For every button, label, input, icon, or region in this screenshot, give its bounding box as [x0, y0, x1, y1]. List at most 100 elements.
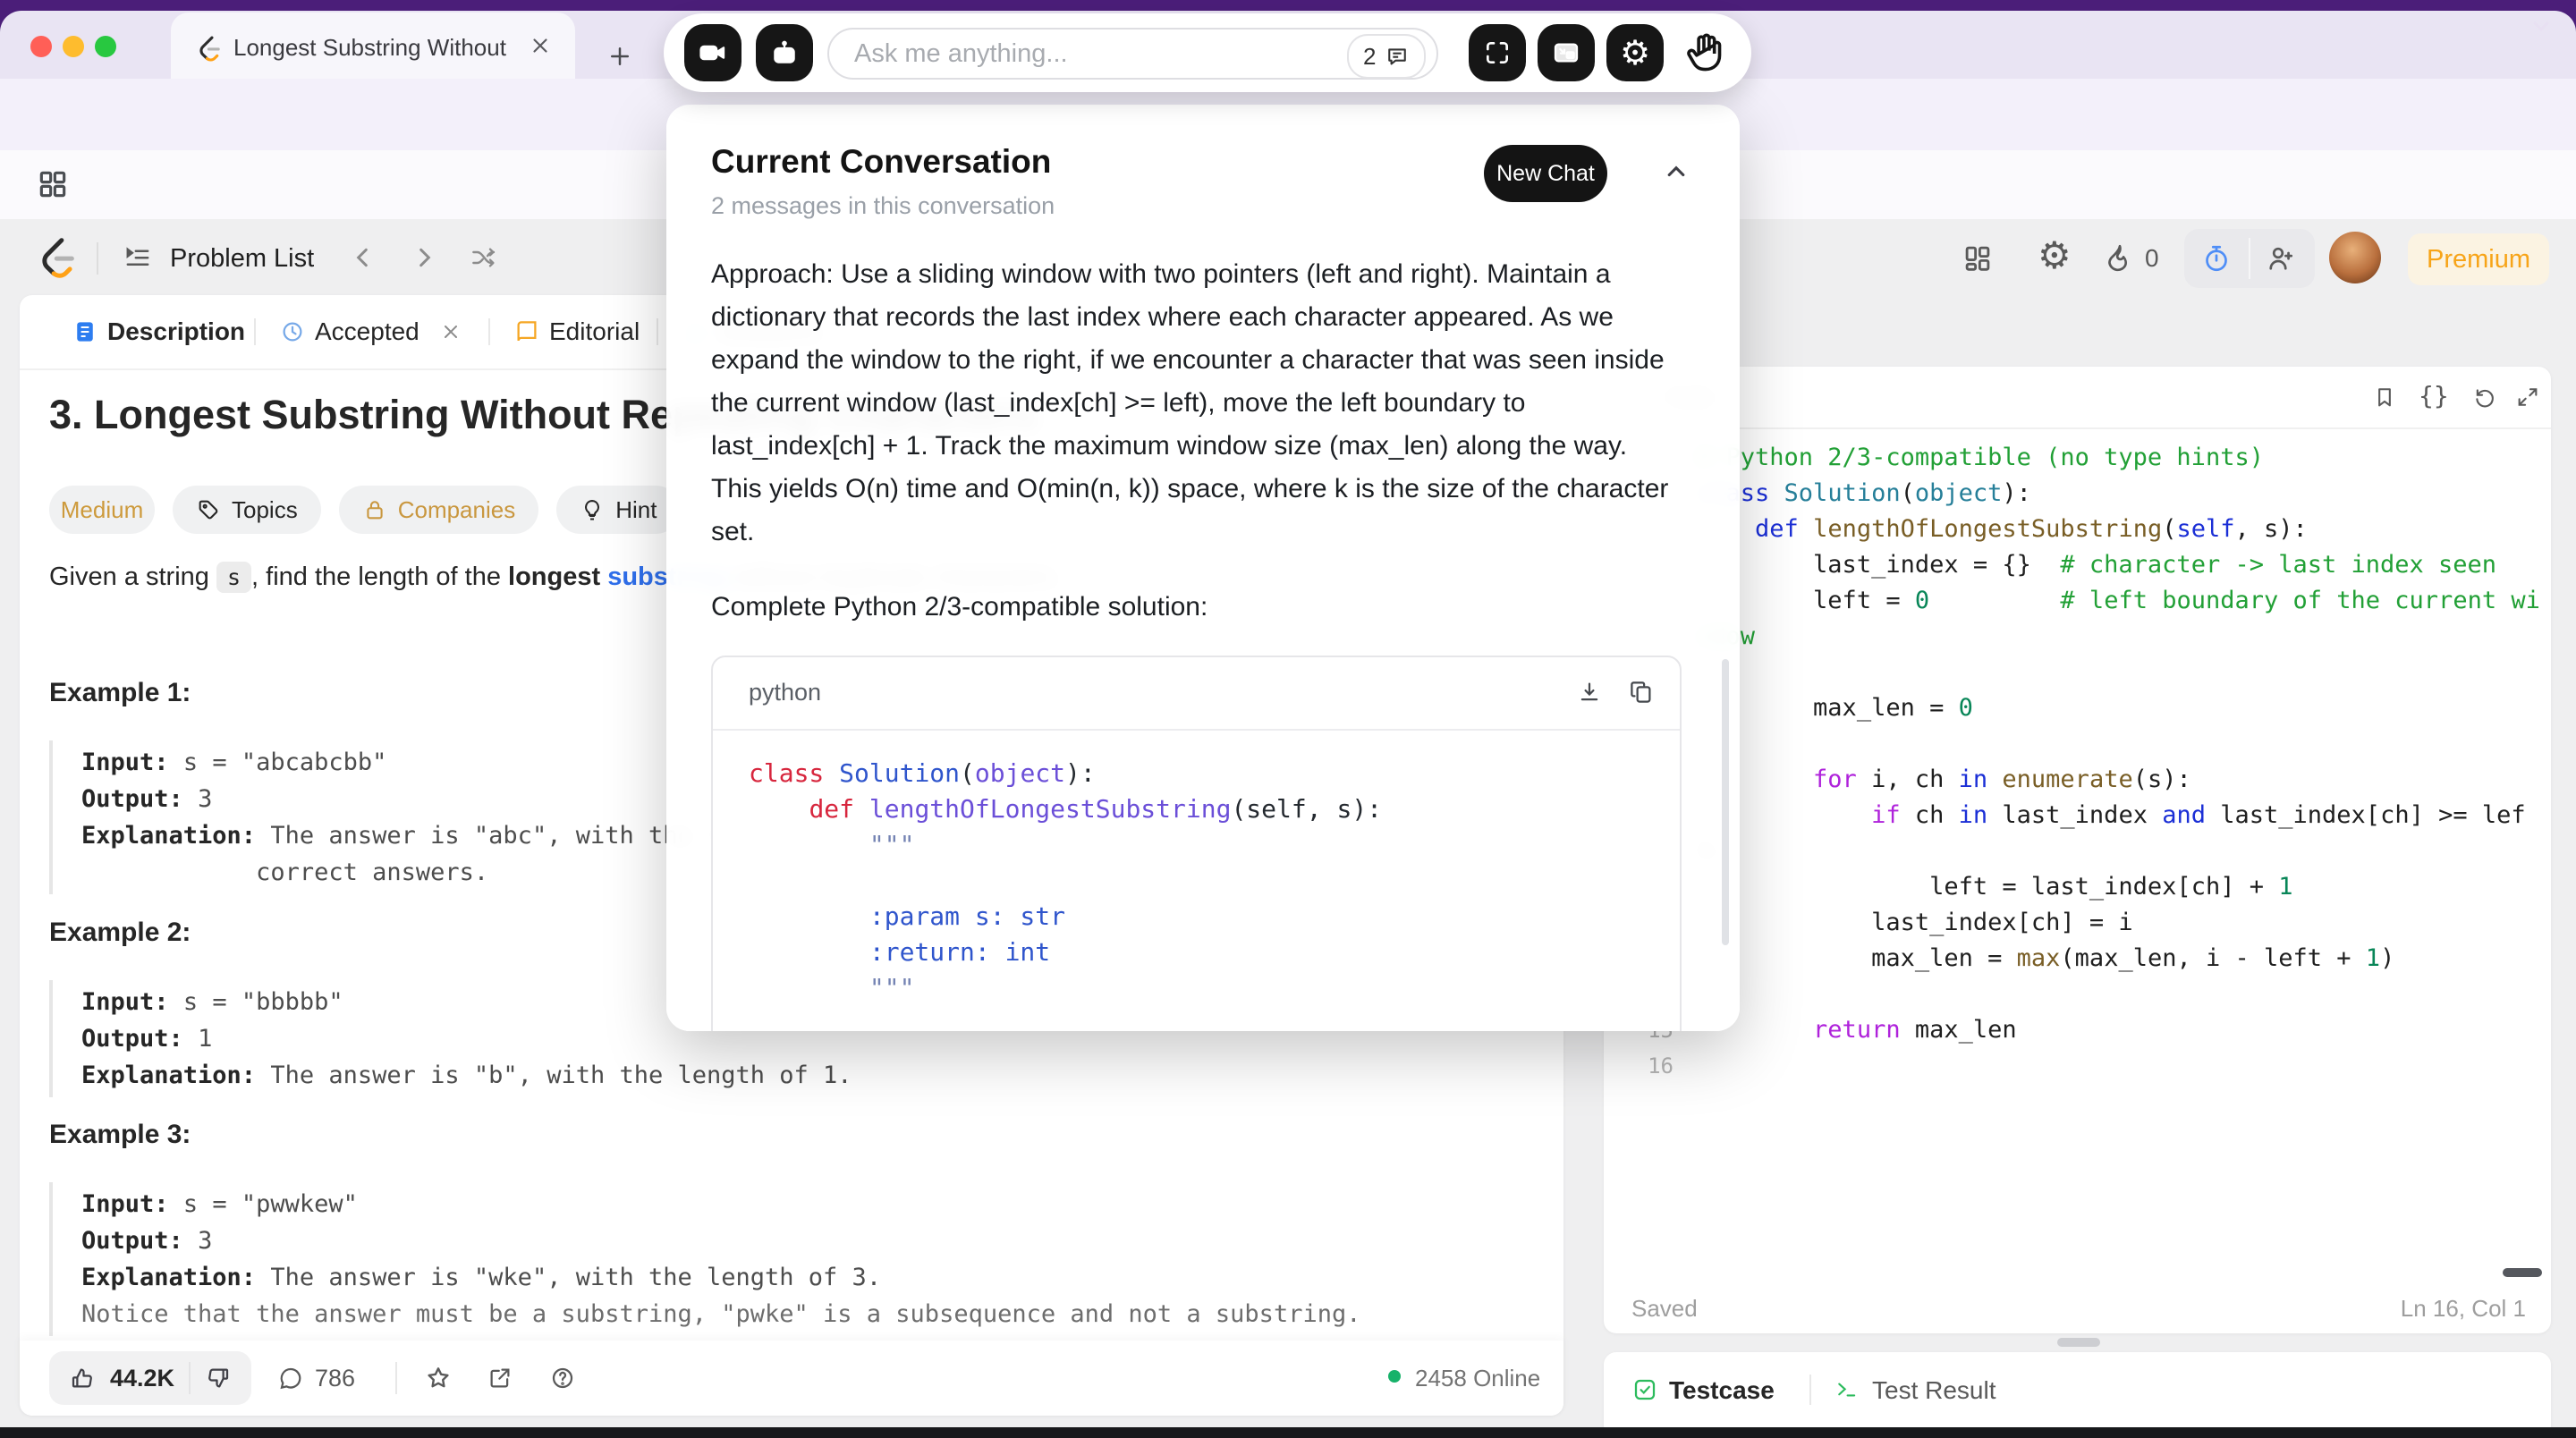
- chevron-down-icon[interactable]: [2528, 13, 2555, 39]
- close-accepted-tab-icon[interactable]: [440, 321, 462, 343]
- pill-divider: [2249, 238, 2250, 279]
- tab-title: Longest Substring Without Re: [233, 34, 511, 63]
- code-language-label: python: [749, 679, 821, 706]
- testcase-panel: Testcase Test Result: [1604, 1352, 2551, 1438]
- help-icon[interactable]: [549, 1365, 576, 1391]
- window-bottom-edge: [0, 1427, 2576, 1438]
- new-chat-button[interactable]: New Chat: [1484, 145, 1607, 202]
- screen-record-button[interactable]: [684, 24, 741, 81]
- test-result-terminal-icon: [1835, 1377, 1860, 1402]
- conversation-title: Current Conversation: [711, 143, 1051, 181]
- lock-icon: [362, 497, 387, 522]
- video-camera-icon: [698, 38, 728, 68]
- settings-gear-icon[interactable]: ⚙: [2038, 237, 2072, 275]
- streak-flame-icon[interactable]: [2104, 241, 2136, 274]
- format-braces-icon[interactable]: {}: [2419, 381, 2449, 410]
- assistant-message-intro: Complete Python 2/3-compatible solution:: [711, 586, 1684, 629]
- apps-grid-icon[interactable]: [36, 167, 70, 201]
- expand-editor-icon[interactable]: [2515, 385, 2540, 410]
- share-icon[interactable]: [487, 1365, 513, 1391]
- close-window-button[interactable]: [30, 36, 52, 57]
- accepted-history-icon: [279, 318, 306, 345]
- leetcode-logo[interactable]: [30, 232, 79, 280]
- robot-icon: [769, 38, 800, 68]
- download-code-icon[interactable]: [1576, 679, 1603, 706]
- tab-accepted[interactable]: Accepted: [315, 317, 419, 346]
- vote-pill: 44.2K: [49, 1351, 251, 1405]
- bookmark-icon[interactable]: [2372, 385, 2397, 410]
- timer-icon[interactable]: [2200, 242, 2233, 275]
- code-card-header: python: [713, 657, 1680, 731]
- tab-test-result[interactable]: Test Result: [1872, 1376, 1996, 1405]
- conversation-panel: Current Conversation 2 messages in this …: [666, 105, 1740, 1031]
- problem-list-icon[interactable]: [122, 242, 154, 275]
- thumbs-up-icon[interactable]: [69, 1365, 96, 1391]
- description-icon: [72, 318, 98, 345]
- dashboard-icon[interactable]: [1961, 241, 1995, 275]
- example-3-block: Input: s = "pwwkew" Output: 3 Explanatio…: [49, 1182, 1477, 1336]
- editorial-book-icon: [513, 318, 540, 345]
- editor-save-status: Saved: [1631, 1295, 1698, 1323]
- problem-list-link[interactable]: Problem List: [170, 244, 314, 274]
- conversation-count-badge[interactable]: 2: [1347, 34, 1426, 79]
- favorite-star-icon[interactable]: [424, 1364, 453, 1392]
- example-3-heading: Example 3:: [49, 1120, 191, 1150]
- companies-badge[interactable]: Companies: [339, 486, 539, 534]
- picture-in-picture-button[interactable]: [1538, 24, 1595, 81]
- assistant-toolbar: 2 ⚙: [664, 13, 1751, 92]
- tag-icon: [196, 497, 221, 522]
- editor-cursor-position[interactable]: Ln 16, Col 1: [2401, 1295, 2526, 1323]
- zoom-window-button[interactable]: [95, 36, 116, 57]
- prev-problem-button[interactable]: [349, 243, 377, 272]
- tab-testcase[interactable]: Testcase: [1669, 1376, 1775, 1405]
- assistant-code-block[interactable]: class Solution(object): def lengthOfLong…: [749, 756, 1607, 1031]
- topics-badge[interactable]: Topics: [173, 486, 321, 534]
- tab-description[interactable]: Description: [107, 317, 245, 346]
- panel-resize-handle[interactable]: [2057, 1338, 2100, 1347]
- premium-badge[interactable]: Premium: [2408, 233, 2549, 285]
- tab-close-icon[interactable]: [529, 34, 552, 57]
- user-avatar[interactable]: [2329, 232, 2381, 283]
- lightbulb-icon: [580, 497, 605, 522]
- browser-tab[interactable]: Longest Substring Without Re: [171, 13, 575, 79]
- editor-header: Auto {}: [1604, 367, 2551, 429]
- editor-scrollbar-thumb[interactable]: [2503, 1268, 2542, 1277]
- hint-badge[interactable]: Hint: [556, 486, 680, 534]
- grab-hand-icon[interactable]: [1682, 28, 1730, 76]
- copy-code-icon[interactable]: [1628, 679, 1655, 706]
- difficulty-badge[interactable]: Medium: [49, 486, 155, 534]
- online-dot: [1388, 1370, 1401, 1383]
- comments-count: 786: [315, 1365, 355, 1392]
- random-problem-button[interactable]: [469, 243, 497, 272]
- nav-divider: [97, 242, 98, 275]
- new-tab-button[interactable]: [606, 43, 633, 70]
- tab-editorial[interactable]: Editorial: [549, 317, 640, 346]
- assistant-code-card: python class Solution(object): def lengt…: [711, 656, 1682, 1031]
- conversation-subtitle: 2 messages in this conversation: [711, 192, 1055, 220]
- comments-icon[interactable]: [277, 1365, 304, 1391]
- fullscreen-button[interactable]: [1469, 24, 1526, 81]
- thumbs-down-icon[interactable]: [205, 1365, 232, 1391]
- badges-row: Medium Topics Companies Hint: [49, 486, 680, 534]
- editor-code-area[interactable]: 1# Python 2/3-compatible (no type hints)…: [1604, 440, 2551, 1283]
- assistant-message-approach: Approach: Use a sliding window with two …: [711, 253, 1684, 554]
- example-2-heading: Example 2:: [49, 918, 191, 948]
- ai-agent-button[interactable]: [756, 24, 813, 81]
- vote-divider: [189, 1362, 191, 1394]
- minimize-window-button[interactable]: [63, 36, 84, 57]
- next-problem-button[interactable]: [410, 243, 438, 272]
- likes-count: 44.2K: [110, 1365, 174, 1392]
- testcase-check-icon: [1631, 1376, 1658, 1403]
- collaborate-icon[interactable]: [2265, 242, 2297, 275]
- example-1-heading: Example 1:: [49, 678, 191, 708]
- online-count: 2458 Online: [1415, 1365, 1540, 1392]
- conversation-scrollbar[interactable]: [1722, 659, 1729, 945]
- assistant-settings-button[interactable]: ⚙: [1606, 24, 1664, 81]
- reset-code-icon[interactable]: [2472, 385, 2497, 410]
- picture-in-picture-icon: [1552, 38, 1580, 67]
- collapse-chevron-up-icon[interactable]: [1661, 156, 1691, 187]
- inline-code-s: s: [216, 562, 251, 593]
- gear-icon: ⚙: [1620, 36, 1650, 70]
- fullscreen-corners-icon: [1483, 38, 1512, 67]
- problem-footer-bar: 44.2K 786 2458 Online: [20, 1341, 1563, 1416]
